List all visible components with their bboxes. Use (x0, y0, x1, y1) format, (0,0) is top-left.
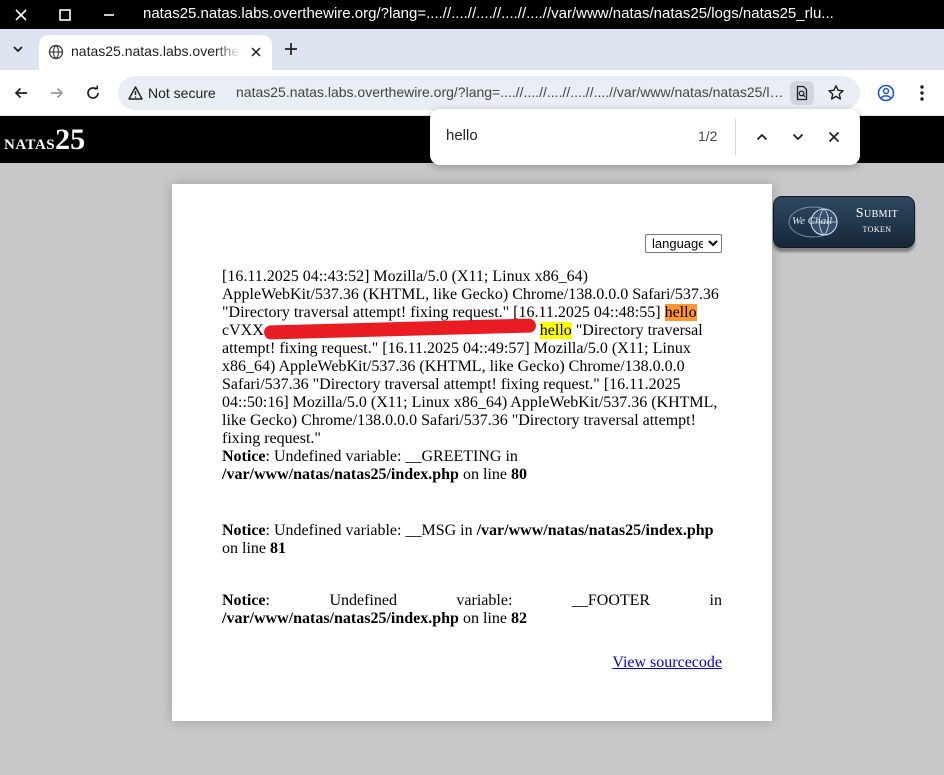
back-button[interactable] (9, 81, 33, 105)
notice-on-line: on line (458, 466, 511, 483)
browser-menu-button[interactable] (910, 81, 934, 105)
log-text-before: [16.11.2025 04::43:52] Mozilla/5.0 (X11;… (222, 268, 719, 321)
find-bar: hello 1/2 (430, 109, 860, 165)
find-input[interactable]: hello (446, 127, 478, 144)
notice-on-line: on line (458, 610, 511, 627)
chevron-up-icon (756, 133, 768, 141)
globe-icon (48, 44, 64, 65)
notice-line: 82 (510, 610, 527, 627)
wechall-logo-text: We Chall (792, 215, 833, 227)
tab-title: natas25.natas.labs.overthewire.org (71, 43, 241, 59)
address-bar[interactable]: Not secure natas25.natas.labs.overthewir… (118, 76, 860, 110)
close-icon (828, 131, 840, 143)
tab-close-icon[interactable] (248, 44, 264, 60)
find-previous-button[interactable] (750, 125, 774, 149)
more-vertical-icon (920, 85, 924, 101)
submit-token-button[interactable]: We Chall Submit token (773, 196, 915, 248)
tab-natas25[interactable]: natas25.natas.labs.overthewire.org (39, 35, 272, 70)
document-search-icon (796, 85, 808, 101)
window-titlebar: natas25.natas.labs.overthewire.org/?lang… (0, 0, 944, 29)
forward-button[interactable] (45, 81, 69, 105)
bookmark-button[interactable] (824, 81, 848, 105)
notice-file: /var/www/natas/natas25/index.php (222, 610, 459, 627)
redaction-mark (263, 318, 536, 340)
find-match: hello (539, 322, 572, 339)
tab-search-button[interactable] (6, 37, 30, 61)
new-tab-button[interactable] (281, 39, 301, 59)
view-sourcecode-link[interactable]: View sourcecode (612, 654, 722, 672)
find-in-page-button[interactable] (790, 81, 814, 105)
find-match-count: 1/2 (698, 128, 718, 144)
redacted-prefix: cVXX (222, 322, 264, 339)
reload-button[interactable] (81, 81, 105, 105)
find-divider (735, 119, 736, 155)
notice-label: Notice (222, 592, 266, 609)
site-logo: natas25 (4, 123, 85, 157)
notice-message: : Undefined variable: __FOOTER in (265, 592, 722, 609)
notice-label: Notice (222, 448, 266, 465)
notice-on-line: on line (222, 540, 270, 557)
chevron-down-icon (13, 46, 23, 53)
chevron-down-icon (792, 133, 804, 141)
notice-line: 80 (510, 466, 527, 483)
log-text-after: "Directory traversal attempt! fixing req… (222, 322, 718, 447)
arrow-left-icon (14, 87, 27, 99)
arrow-right-icon (51, 87, 64, 99)
notice-label: Notice (222, 522, 266, 539)
notice-greeting: Notice: Undefined variable: __GREETING i… (222, 448, 722, 484)
submit-label: Submit (855, 206, 899, 221)
notice-message: : Undefined variable: __MSG in (265, 522, 477, 539)
site-info-chip[interactable]: Not secure (122, 80, 225, 106)
find-next-button[interactable] (786, 125, 810, 149)
log-output: [16.11.2025 04::43:52] Mozilla/5.0 (X11;… (222, 268, 722, 448)
find-close-button[interactable] (822, 125, 846, 149)
warning-icon (128, 86, 143, 100)
window-maximize-icon[interactable] (54, 4, 76, 26)
security-label: Not secure (148, 85, 216, 101)
profile-button[interactable] (874, 81, 898, 105)
window-title: natas25.natas.labs.overthewire.org/?lang… (143, 5, 834, 22)
notice-message: : Undefined variable: __GREETING in (265, 448, 518, 465)
logo-number: 25 (55, 123, 86, 156)
token-label: token (862, 221, 892, 235)
window-minimize-icon[interactable] (98, 4, 120, 26)
notice-file: /var/www/natas/natas25/index.php (222, 466, 459, 483)
notice-file: /var/www/natas/natas25/index.php (476, 522, 714, 539)
notice-line: 81 (270, 540, 286, 557)
language-select[interactable]: language (645, 234, 722, 253)
reload-icon (87, 85, 99, 99)
submit-token-label: Submit token (842, 206, 912, 236)
account-icon (877, 84, 895, 102)
window-close-icon[interactable] (10, 4, 32, 26)
plus-icon (285, 43, 297, 55)
logo-prefix: natas (4, 129, 56, 154)
url-text[interactable]: natas25.natas.labs.overthewire.org/?lang… (236, 84, 786, 100)
notice-footer: Notice: Undefined variable: __FOOTER in … (222, 592, 722, 628)
notice-msg: Notice: Undefined variable: __MSG in /va… (222, 522, 722, 558)
find-match-active: hello (664, 304, 697, 321)
tab-strip: natas25.natas.labs.overthewire.org (0, 29, 944, 70)
star-icon (828, 85, 844, 100)
content-panel: language [16.11.2025 04::43:52] Mozilla/… (172, 184, 772, 721)
